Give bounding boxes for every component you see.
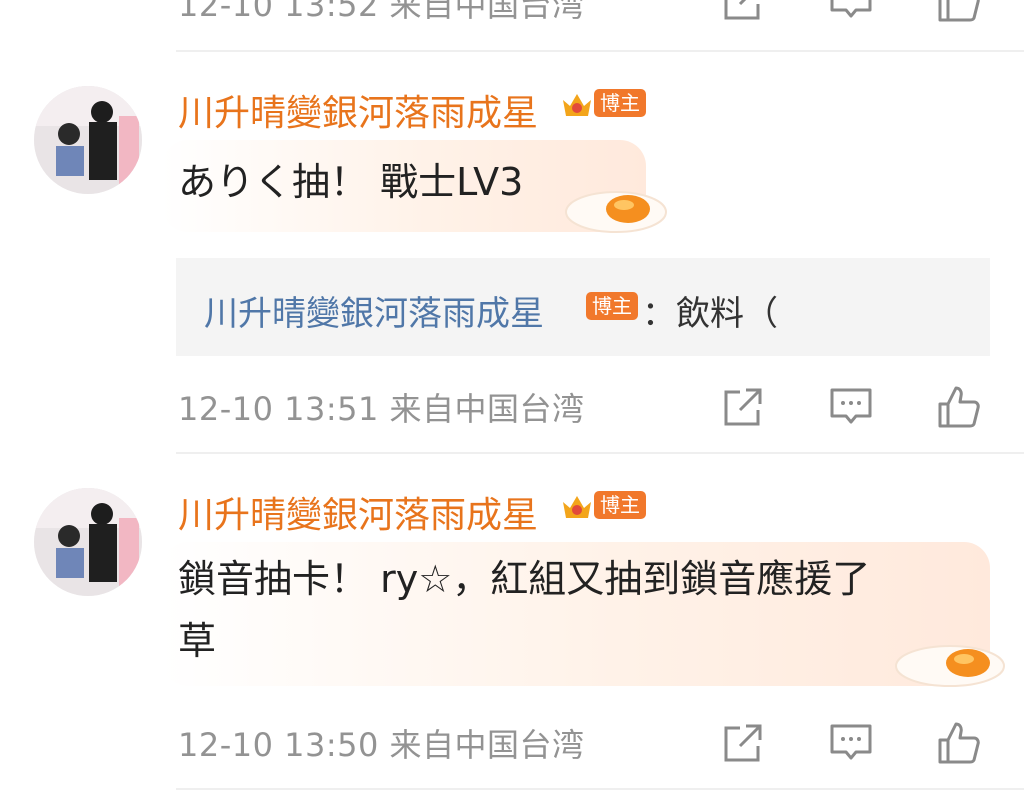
- comment-icon[interactable]: [828, 384, 874, 430]
- avatar[interactable]: [34, 86, 142, 194]
- share-icon[interactable]: [720, 0, 766, 24]
- fried-egg-icon: [895, 645, 1005, 687]
- divider: [176, 452, 1024, 454]
- crown-icon: [563, 496, 591, 518]
- comment-timestamp: 12-10 13:51 来自中国台湾: [178, 390, 585, 428]
- blogger-badge: 博主: [594, 491, 646, 519]
- avatar[interactable]: [34, 488, 142, 596]
- share-icon[interactable]: [720, 720, 766, 766]
- comment-timestamp: 12-10 13:50 来自中国台湾: [178, 726, 585, 764]
- username[interactable]: 川升晴變銀河落雨成星: [178, 84, 538, 136]
- blogger-badge: 博主: [586, 292, 638, 320]
- like-icon[interactable]: [936, 384, 982, 430]
- divider: [176, 788, 1024, 790]
- avatar-image: [34, 86, 142, 194]
- comment-timestamp: 12-10 13:52 来自中国台湾: [178, 0, 585, 24]
- comment-text: ありく抽！ 戰士LV3: [178, 160, 524, 204]
- avatar-image: [34, 488, 142, 596]
- blogger-badge: 博主: [594, 89, 646, 117]
- reply-text: ：飲料（: [642, 294, 778, 334]
- comment-icon[interactable]: [828, 0, 874, 24]
- divider: [176, 50, 1024, 52]
- username[interactable]: 川升晴變銀河落雨成星: [178, 486, 538, 538]
- comment-text: 草: [178, 619, 217, 663]
- like-icon[interactable]: [936, 0, 982, 24]
- reply-username[interactable]: 川升晴變銀河落雨成星: [204, 286, 544, 335]
- comment-icon[interactable]: [828, 720, 874, 766]
- share-icon[interactable]: [720, 384, 766, 430]
- fried-egg-icon: [565, 191, 667, 233]
- crown-icon: [563, 94, 591, 116]
- comment-text: 鎖音抽卡！ ry☆，紅組又抽到鎖音應援了: [178, 557, 871, 601]
- like-icon[interactable]: [936, 720, 982, 766]
